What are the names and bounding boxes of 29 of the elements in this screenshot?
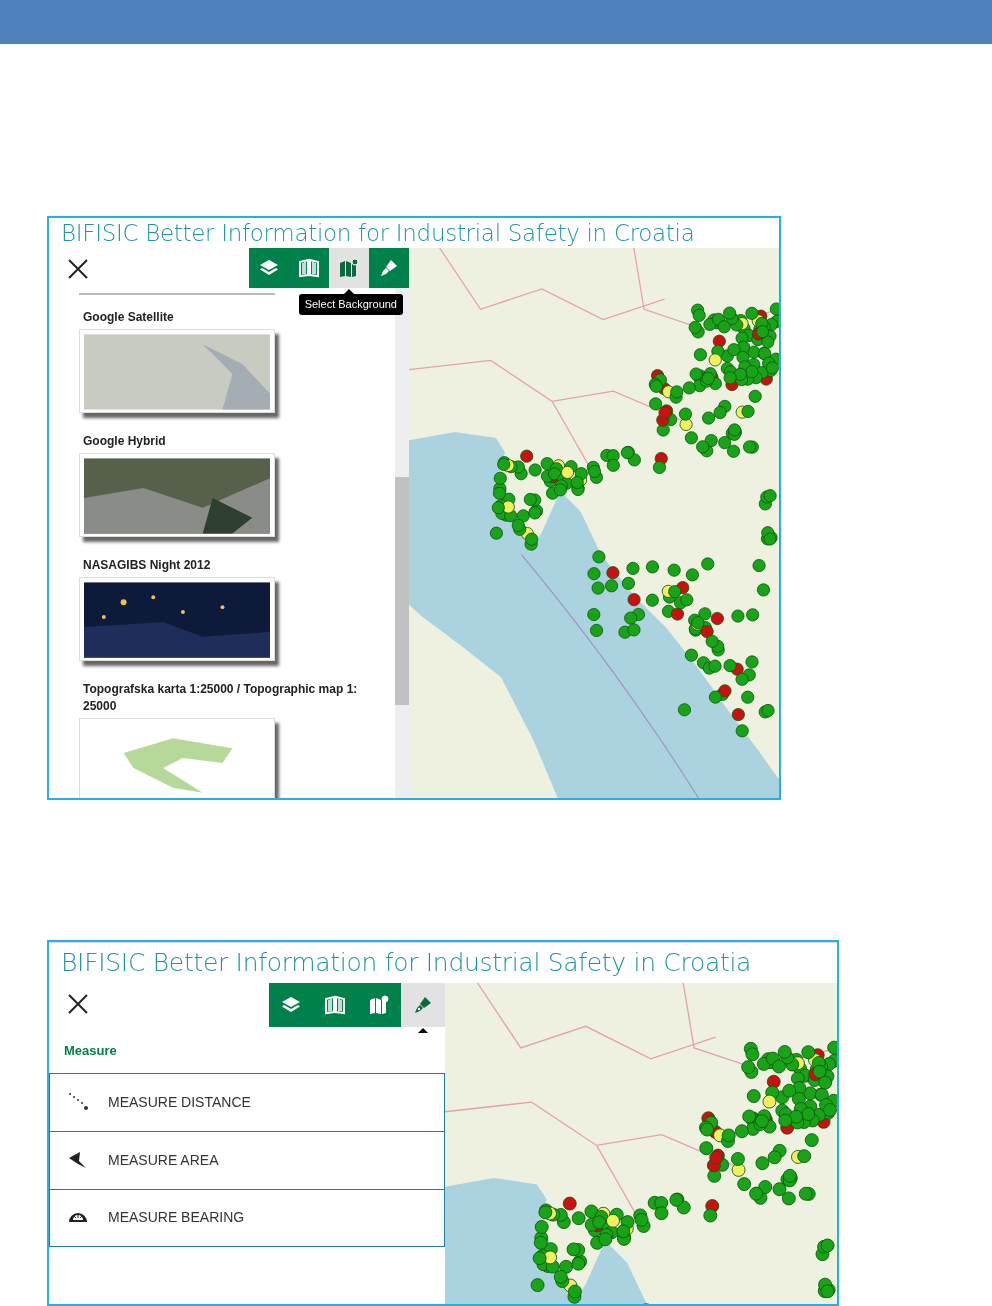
protractor-icon [68, 1212, 88, 1223]
layer-label: NASAGIBS Night 2012 [83, 557, 212, 574]
toolbar-button[interactable] [329, 248, 369, 288]
triangle-shape-icon [68, 1150, 88, 1170]
layer-label: Google Satellite [83, 309, 175, 326]
menu-item[interactable]: MEASURE DISTANCE [49, 1072, 445, 1131]
close-icon [67, 993, 89, 1015]
layers-icon [259, 258, 279, 278]
open-book-icon [299, 258, 319, 278]
folded-map-icon [369, 995, 389, 1015]
scrollbar-thumb[interactable] [395, 477, 409, 705]
close-icon [67, 258, 89, 280]
map-drawing[interactable] [445, 983, 837, 1304]
tooltip-pointer-icon [418, 1028, 428, 1033]
open-book-icon [325, 995, 345, 1015]
tooltip: Select Background [298, 294, 403, 315]
toolbar-button[interactable] [401, 983, 445, 1027]
app-title: BIFISIC Better Information for Industrial Safety in Croatia [60, 219, 696, 248]
map-drawing[interactable] [409, 248, 779, 798]
menu-item[interactable]: MEASURE AREA [49, 1130, 445, 1189]
pen-nib-icon [413, 995, 433, 1015]
layers-icon [281, 995, 301, 1015]
section-heading: Measure [64, 1042, 118, 1060]
layer-label: Topografska karta 1:25000 / Topographic map 1: 25000 [83, 681, 359, 715]
pen-nib-icon [379, 258, 399, 278]
menu-item[interactable]: MEASURE BEARING [49, 1188, 445, 1247]
dotted-line-icon [68, 1092, 88, 1112]
layer-label: Google Hybrid [83, 433, 167, 450]
folded-map-icon [339, 258, 359, 278]
